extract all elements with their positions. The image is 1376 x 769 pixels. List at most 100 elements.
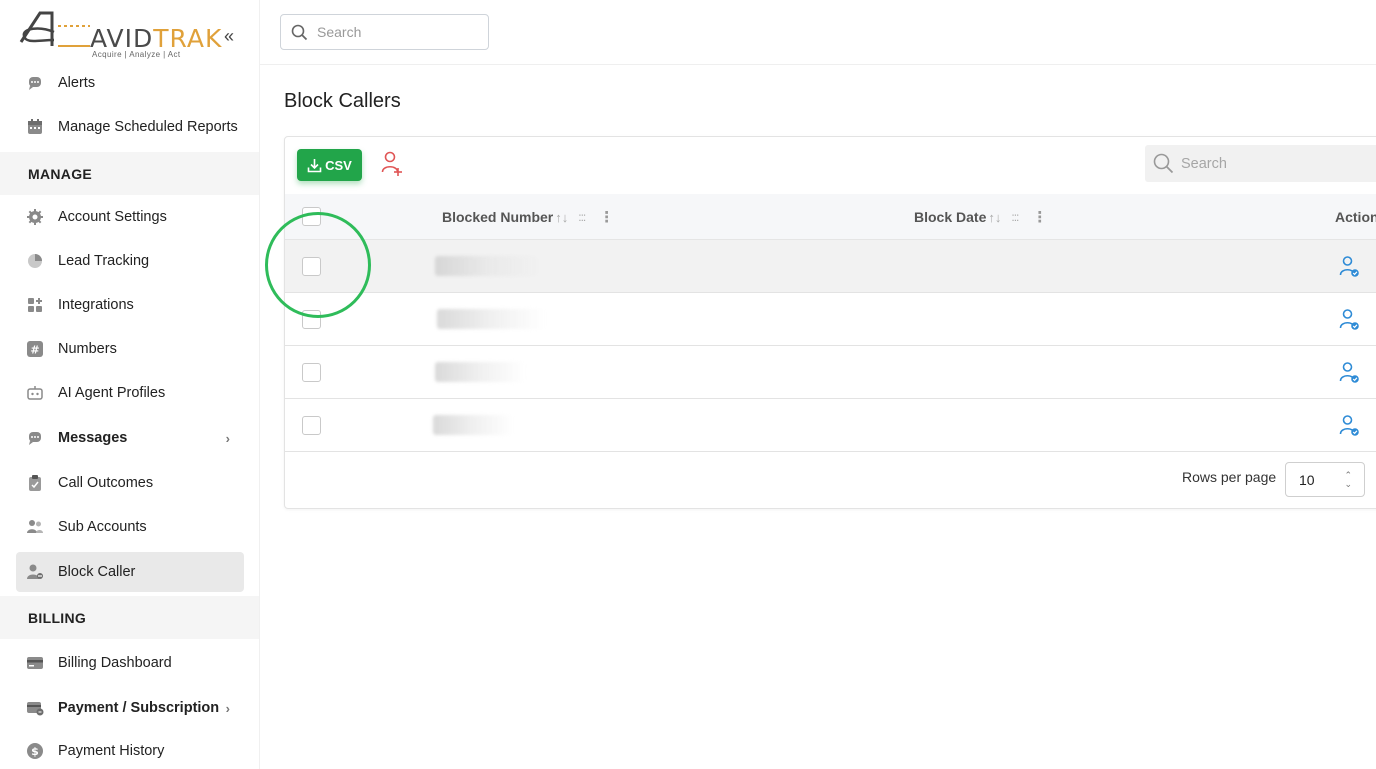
chevron-right-icon: › [225, 430, 230, 446]
select-arrows-icon: ⌃ ⌄ [1344, 470, 1352, 489]
sidebar-item-integrations[interactable]: Integrations [16, 285, 244, 325]
clipboard-check-icon [26, 474, 44, 492]
column-header-action: Action [1335, 194, 1376, 240]
drag-handle-icon[interactable]: ::: [578, 210, 586, 224]
sidebar-item-sub-accounts[interactable]: Sub Accounts [16, 507, 244, 547]
svg-text:#: # [30, 344, 39, 357]
column-label: Blocked Number [442, 209, 554, 225]
rows-per-page-value: 10 [1299, 471, 1315, 488]
sidebar-item-payment-subscription[interactable]: Payment / Subscription › [16, 688, 244, 728]
sort-arrows-icon[interactable]: ↑↓ [555, 210, 568, 225]
table-search-box[interactable] [1145, 145, 1376, 182]
sidebar-item-lead-tracking[interactable]: Lead Tracking [16, 241, 244, 281]
select-all-checkbox[interactable] [302, 207, 321, 226]
drag-handle-icon[interactable]: ::: [1011, 210, 1019, 224]
sidebar-item-call-outcomes[interactable]: Call Outcomes [16, 463, 244, 503]
grid-plus-icon [26, 296, 44, 314]
sidebar-item-label: AI Agent Profiles [58, 385, 166, 401]
unblock-user-icon[interactable] [1339, 361, 1361, 390]
redacted-number [433, 415, 513, 435]
csv-label: CSV [325, 157, 352, 173]
sidebar-item-label: Call Outcomes [58, 475, 154, 491]
top-search-box[interactable] [280, 14, 489, 50]
row-checkbox[interactable] [302, 257, 321, 276]
sidebar-item-numbers[interactable]: # Numbers [16, 329, 244, 369]
sidebar: AVIDTRAK Acquire | Analyze | Act « Alert… [0, 0, 260, 769]
column-label: Block Date [914, 209, 987, 225]
sidebar-item-block-caller[interactable]: Block Caller [16, 552, 244, 592]
column-header-block-date[interactable]: Block Date ↑↓ ::: ⋮ [914, 194, 1047, 240]
robot-icon [26, 384, 44, 402]
chat-bubble-icon [26, 429, 44, 447]
download-icon [307, 158, 322, 172]
card-swap-icon [26, 699, 44, 717]
double-chevron-left-icon[interactable]: « [224, 26, 234, 47]
sidebar-item-label: Integrations [58, 297, 134, 313]
table-row[interactable] [285, 346, 1376, 399]
chevron-right-icon: › [225, 700, 230, 716]
top-search-input[interactable] [317, 24, 488, 40]
add-blocked-caller-button[interactable] [381, 151, 403, 182]
sidebar-item-billing-dashboard[interactable]: Billing Dashboard [16, 643, 244, 683]
svg-text:$: $ [31, 745, 39, 758]
rows-per-page-label: Rows per page [1182, 469, 1277, 485]
table-header: Blocked Number ↑↓ ::: ⋮ Block Date ↑↓ ::… [285, 194, 1376, 240]
table-search-input[interactable] [1181, 155, 1376, 172]
sidebar-item-alerts[interactable]: Alerts [16, 63, 244, 103]
pie-chart-icon [26, 252, 44, 270]
credit-card-icon [26, 654, 44, 672]
brand-trak: TRAK [153, 24, 223, 53]
sidebar-item-label: Billing Dashboard [58, 655, 172, 671]
section-header-manage: MANAGE [0, 152, 259, 195]
page-title: Block Callers [284, 90, 401, 112]
users-icon [26, 518, 44, 536]
sidebar-item-label: Lead Tracking [58, 253, 150, 269]
table-row[interactable] [285, 240, 1376, 293]
table-footer: Rows per page 10 ⌃ ⌄ [285, 452, 1376, 510]
redacted-number [435, 256, 540, 276]
dollar-circle-icon: $ [26, 742, 44, 760]
unblock-user-icon[interactable] [1339, 255, 1361, 284]
row-checkbox[interactable] [302, 310, 321, 329]
gear-icon [26, 208, 44, 226]
unblock-user-icon[interactable] [1339, 414, 1361, 443]
hash-icon: # [26, 340, 44, 358]
avidtrak-logo[interactable]: AVIDTRAK Acquire | Analyze | Act [18, 10, 221, 62]
column-menu-icon[interactable]: ⋮ [599, 208, 614, 226]
redacted-number [435, 362, 525, 382]
unblock-user-icon[interactable] [1339, 308, 1361, 337]
sidebar-item-label: Numbers [58, 341, 117, 357]
brand-tagline: Acquire | Analyze | Act [92, 50, 181, 59]
calendar-icon [26, 118, 44, 136]
csv-export-button[interactable]: CSV [297, 149, 362, 181]
sidebar-item-ai-agent-profiles[interactable]: AI Agent Profiles [16, 373, 244, 413]
table-row[interactable] [285, 399, 1376, 452]
sidebar-item-manage-scheduled-reports[interactable]: Manage Scheduled Reports [16, 107, 244, 147]
sidebar-item-messages[interactable]: Messages › [16, 418, 244, 458]
column-menu-icon[interactable]: ⋮ [1032, 208, 1047, 226]
brand-avid: AVID [90, 24, 154, 53]
search-icon [291, 24, 308, 46]
add-user-icon [381, 151, 402, 176]
sidebar-item-label: Sub Accounts [58, 519, 147, 535]
sidebar-item-account-settings[interactable]: Account Settings [16, 197, 244, 237]
logo-mark-icon [19, 11, 90, 47]
rows-per-page-select[interactable]: 10 ⌃ ⌄ [1285, 462, 1365, 497]
row-checkbox[interactable] [302, 416, 321, 435]
chat-bubble-icon [26, 74, 44, 92]
sidebar-item-label: Alerts [58, 75, 96, 91]
sidebar-item-label: Block Caller [58, 564, 136, 580]
sort-arrows-icon[interactable]: ↑↓ [988, 210, 1001, 225]
redacted-number [437, 309, 545, 329]
column-header-blocked-number[interactable]: Blocked Number ↑↓ ::: ⋮ [442, 194, 614, 240]
user-block-icon [26, 563, 44, 581]
block-callers-table-card: CSV Blocked Number ↑↓ ::: ⋮ Block Date ↑… [284, 136, 1376, 509]
row-checkbox[interactable] [302, 363, 321, 382]
table-row[interactable] [285, 293, 1376, 346]
search-icon [1153, 153, 1174, 179]
brand-name: AVIDTRAK [90, 24, 222, 53]
sidebar-item-label: Messages [58, 430, 128, 446]
sidebar-item-label: Manage Scheduled Reports [58, 119, 238, 135]
section-header-billing: BILLING [0, 596, 259, 639]
sidebar-item-payment-history[interactable]: $ Payment History [16, 731, 244, 769]
